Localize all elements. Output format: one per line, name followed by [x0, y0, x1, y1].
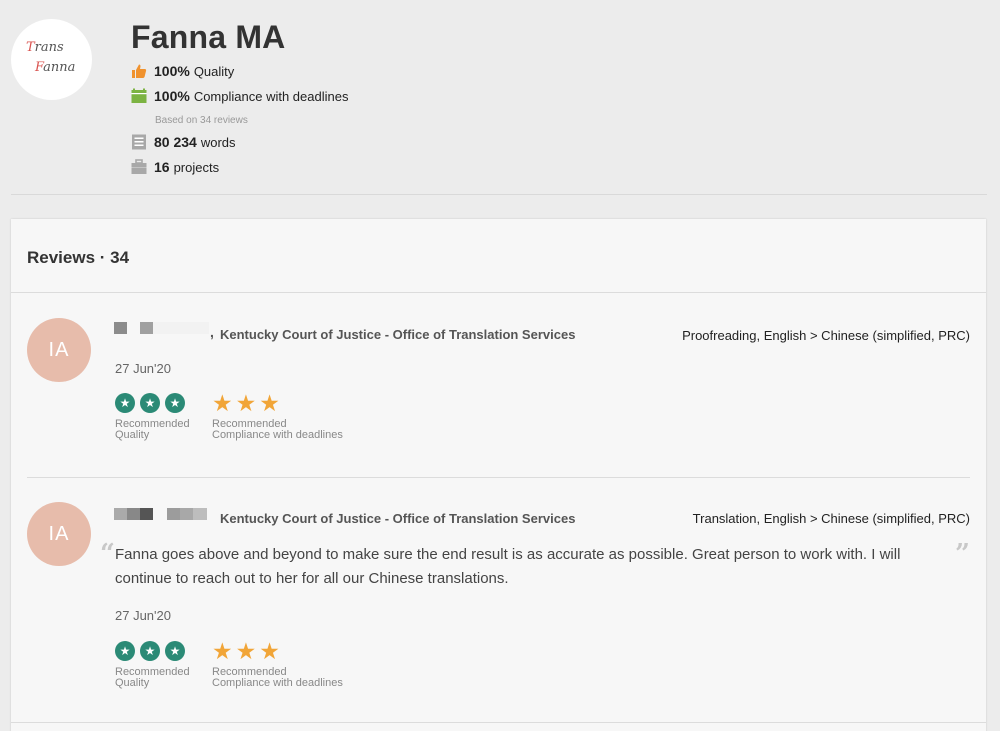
projects-label: projects: [173, 159, 220, 175]
review-item: IA , Kentucky Court of Justice - Office …: [27, 318, 970, 468]
quality-value: 100%: [154, 63, 190, 79]
reviews-card: Reviews · 34 IA , Kentucky Court of Just…: [11, 219, 986, 731]
reviewer-organization: Kentucky Court of Justice - Office of Tr…: [220, 511, 576, 526]
check-circle-icon: ★: [140, 641, 160, 661]
thumbs-up-icon: [131, 63, 147, 79]
review-divider: [27, 477, 970, 478]
review-comment: Fanna goes above and beyond to make sure…: [115, 546, 901, 587]
quality-rating-label: Recommended Quality: [115, 666, 190, 689]
header-divider: [11, 194, 987, 195]
star-icon: ★: [212, 389, 233, 416]
projects-stat: 16 projects: [131, 159, 219, 175]
check-circle-icon: ★: [115, 641, 135, 661]
check-circle-icon: ★: [140, 393, 160, 413]
logo-text-line1: Trans: [26, 40, 64, 55]
check-circle-icon: ★: [165, 641, 185, 661]
compliance-stat: 100% Compliance with deadlines: [131, 88, 348, 104]
based-on-reviews: Based on 34 reviews: [155, 115, 248, 126]
words-label: words: [200, 134, 236, 150]
review-date: 27 Jun'20: [115, 608, 171, 623]
profile-logo: Trans Fanna: [11, 19, 92, 100]
review-date: 27 Jun'20: [115, 361, 171, 376]
avatar: IA: [27, 318, 91, 382]
star-icon: ★: [235, 389, 257, 416]
profile-name: Fanna MA: [131, 19, 286, 55]
compliance-rating: ★ ★ ★ Recommended Compliance with deadli…: [212, 389, 343, 441]
reviews-header-divider: [11, 292, 986, 293]
briefcase-icon: [131, 159, 147, 175]
star-icon: ★: [235, 637, 257, 664]
quality-rating-label: Recommended Quality: [115, 418, 190, 441]
compliance-rating: ★ ★ ★ Recommended Compliance with deadli…: [212, 637, 343, 689]
reviews-title: Reviews · 34: [27, 248, 130, 267]
review-divider: [11, 722, 986, 723]
star-icon: ★: [212, 637, 233, 664]
star-icon: ★: [259, 637, 280, 664]
service-type: Translation, English > Chinese (simplifi…: [692, 511, 970, 526]
close-quote-icon: ”: [955, 539, 970, 569]
quality-stat: 100% Quality: [131, 63, 234, 79]
open-quote-icon: “: [100, 539, 115, 569]
reviewer-organization: Kentucky Court of Justice - Office of Tr…: [220, 327, 576, 342]
quality-label: Quality: [193, 63, 235, 79]
words-value: 80 234: [154, 134, 197, 150]
quality-rating: ★ ★ ★ Recommended Quality: [115, 392, 190, 441]
quality-rating: ★ ★ ★ Recommended Quality: [115, 640, 190, 689]
compliance-value: 100%: [154, 88, 190, 104]
star-icon: ★: [259, 389, 280, 416]
check-circle-icon: ★: [115, 393, 135, 413]
words-stat: 80 234 words: [131, 134, 236, 150]
check-circle-icon: ★: [165, 393, 185, 413]
name-separator: ,: [210, 324, 214, 340]
document-icon: [131, 134, 147, 150]
review-item: IA Kentucky Court of Justice - Office of…: [27, 502, 970, 702]
projects-value: 16: [154, 159, 170, 175]
avatar: IA: [27, 502, 91, 566]
calendar-icon: [131, 88, 147, 104]
ratings: ★ ★ ★ Recommended Quality ★ ★ ★ Recommen…: [115, 637, 365, 689]
compliance-rating-label: Recommended Compliance with deadlines: [212, 418, 343, 441]
compliance-rating-label: Recommended Compliance with deadlines: [212, 666, 343, 689]
service-type: Proofreading, English > Chinese (simplif…: [682, 328, 970, 343]
ratings: ★ ★ ★ Recommended Quality ★ ★ ★ Recommen…: [115, 389, 365, 441]
logo-text-line2: Fanna: [35, 60, 76, 75]
compliance-label: Compliance with deadlines: [193, 88, 349, 104]
